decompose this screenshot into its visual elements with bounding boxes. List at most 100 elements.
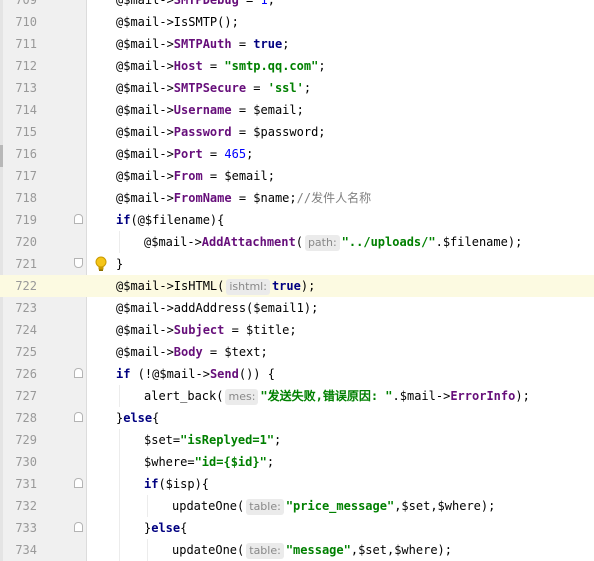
code-line[interactable]: 710 @$mail->IsSMTP(); — [0, 11, 594, 33]
code-text[interactable]: @$mail->Body = $text; — [116, 341, 268, 363]
code-token: //发件人名称 — [296, 191, 372, 205]
code-text[interactable]: @$mail->SMTPSecure = 'ssl'; — [116, 77, 311, 99]
code-line[interactable]: 729 $set="isReplyed=1"; — [0, 429, 594, 451]
code-line[interactable]: 725 @$mail->Body = $text; — [0, 341, 594, 363]
code-token: if — [144, 477, 159, 491]
code-line[interactable]: 728 }else{ — [0, 407, 594, 429]
code-line[interactable]: 724 @$mail->Subject = $title; — [0, 319, 594, 341]
code-text[interactable]: @$mail->IsSMTP(); — [116, 11, 239, 33]
code-line[interactable]: 731 if($isp){ — [0, 473, 594, 495]
code-text[interactable]: updateOne(table: "price_message",$set,$wh… — [172, 495, 495, 517]
code-token: @$mail-> — [116, 323, 174, 337]
code-text[interactable]: @$mail->Username = $email; — [116, 99, 304, 121]
code-text[interactable]: @$mail->FromName = $name;//发件人名称 — [116, 187, 371, 209]
code-token: = $password; — [231, 125, 326, 139]
code-line[interactable]: 719 if(@$filename){ — [0, 209, 594, 231]
code-line[interactable]: 721} — [0, 253, 594, 275]
code-token: @$mail-> — [116, 147, 174, 161]
code-token: ( — [295, 235, 303, 249]
code-text[interactable]: @$mail->Subject = $title; — [116, 319, 297, 341]
line-number: 716 — [15, 147, 37, 161]
code-token: @$mail->IsSMTP(); — [116, 15, 239, 29]
code-line[interactable]: 722 @$mail->IsHTML(ishtml: true); — [0, 275, 594, 297]
code-token: ()) { — [238, 367, 275, 381]
code-text[interactable]: if(@$filename){ — [116, 209, 224, 231]
code-text[interactable]: @$mail->Password = $password; — [116, 121, 326, 143]
code-text[interactable]: @$mail->From = $email; — [116, 165, 275, 187]
code-line[interactable]: 709 @$mail->SMTPDebug = 1; — [0, 0, 594, 11]
code-token: = $text; — [202, 345, 268, 359]
code-token: = $name; — [231, 191, 297, 205]
line-number: 729 — [15, 433, 37, 447]
line-number: 725 — [15, 345, 37, 359]
code-editor[interactable]: 709 @$mail->SMTPDebug = 1; 710 @$mail->IsSM… — [0, 0, 594, 561]
code-line[interactable]: 715 @$mail->Password = $password; — [0, 121, 594, 143]
code-line[interactable]: 723 @$mail->addAddress($email1); — [0, 297, 594, 319]
code-line[interactable]: 717 @$mail->From = $email; — [0, 165, 594, 187]
code-token: 'ssl' — [267, 81, 304, 95]
parameter-hint: path: — [304, 235, 340, 251]
fold-marker-icon[interactable] — [74, 478, 83, 488]
fold-marker-icon[interactable] — [74, 214, 83, 224]
code-text[interactable]: } — [116, 253, 123, 275]
code-line[interactable]: 712 @$mail->Host = "smtp.qq.com"; — [0, 55, 594, 77]
parameter-hint: ishtml: — [226, 279, 270, 295]
code-line[interactable]: 730 $where="id={$id}"; — [0, 451, 594, 473]
code-token: Subject — [173, 323, 225, 337]
code-line[interactable]: 732 updateOne(table: "price_message",$set,… — [0, 495, 594, 517]
code-text[interactable]: alert_back(mes: "发送失败,错误原因: ".$mail->Erro… — [144, 385, 530, 407]
line-number: 724 — [15, 323, 37, 337]
code-line[interactable]: 720 @$mail->AddAttachment(path: "../upload… — [0, 231, 594, 253]
code-text[interactable]: @$mail->SMTPAuth = true; — [116, 33, 289, 55]
code-token: } — [116, 257, 124, 271]
code-text[interactable]: @$mail->Host = "smtp.qq.com"; — [116, 55, 326, 77]
code-text[interactable]: @$mail->Port = 465; — [116, 143, 253, 165]
code-line[interactable]: 714 @$mail->Username = $email; — [0, 99, 594, 121]
code-line[interactable]: 713 @$mail->SMTPSecure = 'ssl'; — [0, 77, 594, 99]
code-token: "id={$id}" — [194, 455, 267, 469]
code-text[interactable]: $where="id={$id}"; — [144, 451, 274, 473]
code-text[interactable]: }else{ — [116, 407, 159, 429]
code-token: SMTPAuth — [173, 37, 232, 51]
lightbulb-icon[interactable] — [94, 256, 108, 272]
code-token: ; — [318, 59, 326, 73]
code-token: = — [202, 59, 225, 73]
code-line[interactable]: 727 alert_back(mes: "发送失败,错误原因: ".$mail->E… — [0, 385, 594, 407]
parameter-hint: mes: — [225, 389, 259, 405]
fold-marker-icon[interactable] — [74, 522, 83, 532]
code-line[interactable]: 718 @$mail->FromName = $name;//发件人名称 — [0, 187, 594, 209]
fold-marker-icon[interactable] — [74, 368, 83, 378]
code-token: { — [180, 521, 188, 535]
code-text[interactable]: if (!@$mail->Send()) { — [116, 363, 275, 385]
code-text[interactable]: updateOne(table: "message",$set,$where); — [172, 539, 452, 561]
code-token: { — [152, 411, 160, 425]
code-line[interactable]: 711 @$mail->SMTPAuth = true; — [0, 33, 594, 55]
fold-marker-icon[interactable] — [74, 258, 83, 268]
code-token: Password — [173, 125, 232, 139]
indent-guide — [147, 495, 148, 517]
code-text[interactable]: @$mail->addAddress($email1); — [116, 297, 318, 319]
line-number: 713 — [15, 81, 37, 95]
code-token: ,$set,$where); — [394, 499, 496, 513]
code-token: "price_message" — [285, 499, 395, 513]
code-text[interactable]: @$mail->SMTPDebug = 1; — [116, 0, 275, 11]
code-token: = — [246, 81, 268, 95]
code-line[interactable]: 733}else{ — [0, 517, 594, 539]
line-number: 728 — [15, 411, 37, 425]
code-token: .$mail-> — [392, 389, 451, 403]
code-token: = — [202, 147, 225, 161]
indent-guide — [147, 539, 148, 561]
line-number: 715 — [15, 125, 37, 139]
code-text[interactable]: @$mail->AddAttachment(path: "../uploads/"… — [144, 231, 522, 253]
code-line[interactable]: 726 if (!@$mail->Send()) { — [0, 363, 594, 385]
code-text[interactable]: }else{ — [144, 517, 187, 539]
code-text[interactable]: $set="isReplyed=1"; — [144, 429, 281, 451]
code-text[interactable]: @$mail->IsHTML(ishtml: true); — [116, 275, 315, 297]
line-number: 711 — [15, 37, 37, 51]
code-line[interactable]: 716 @$mail->Port = 465; — [0, 143, 594, 165]
code-token: ; — [267, 0, 275, 7]
code-line[interactable]: 734 updateOne(table: "message",$set,$where… — [0, 539, 594, 561]
code-token: Host — [173, 59, 203, 73]
fold-marker-icon[interactable] — [74, 412, 83, 422]
code-text[interactable]: if($isp){ — [144, 473, 209, 495]
